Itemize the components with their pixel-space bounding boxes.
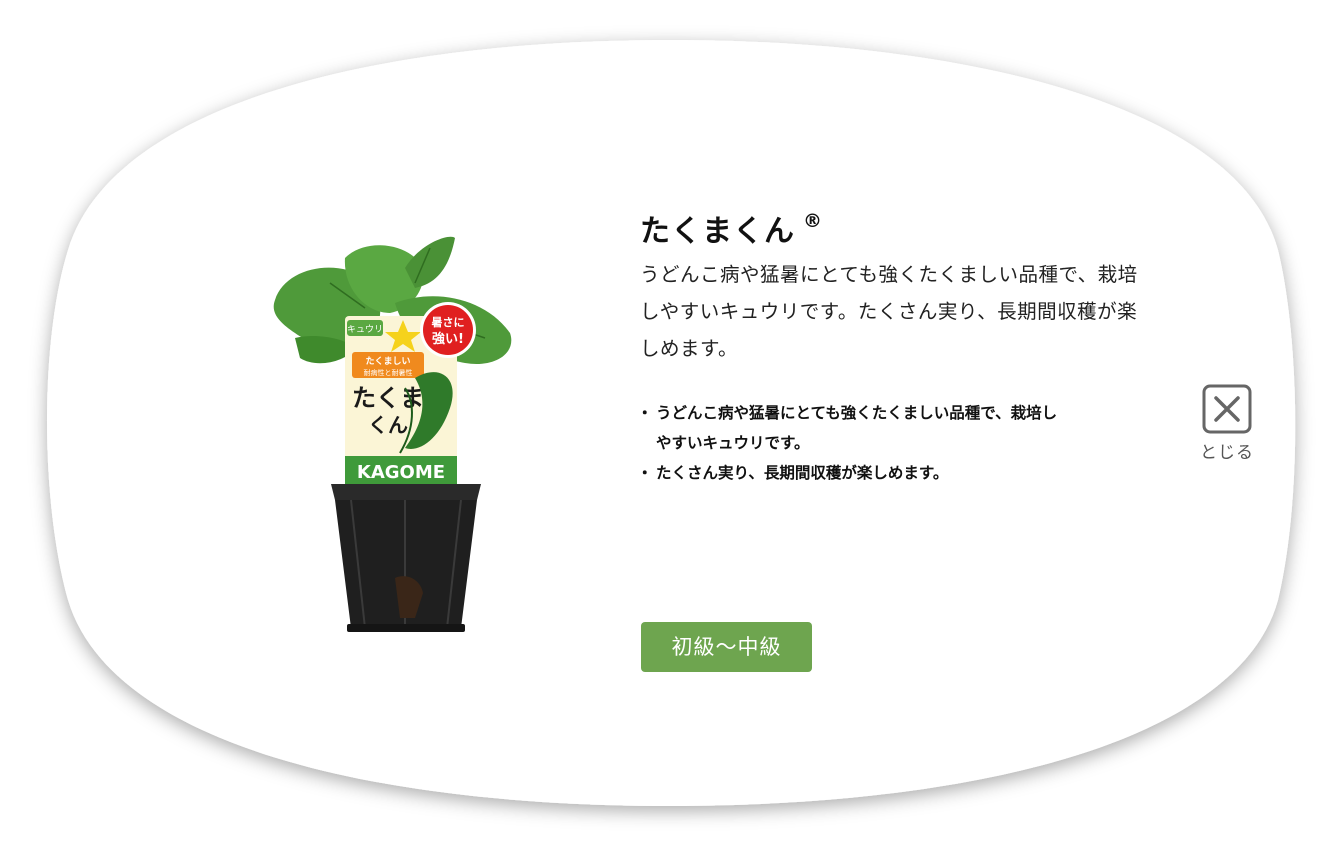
product-name: たくまくん: [640, 214, 795, 250]
product-title: たくまくん ®: [640, 206, 823, 250]
feature-list: うどんこ病や猛暑にとても強くたくましい品種で、栽培しやすいキュウリです。 たくさ…: [637, 398, 1060, 488]
feature-item: うどんこ病や猛暑にとても強くたくましい品種で、栽培しやすいキュウリです。: [637, 398, 1060, 458]
close-label: とじる: [1200, 443, 1254, 463]
tag-kind-label: キュウリ: [347, 324, 383, 335]
difficulty-badge: 初級〜中級: [641, 622, 812, 672]
tag-orange-line1: たくましい: [365, 356, 410, 367]
close-button[interactable]: とじる: [1194, 382, 1260, 466]
product-image: キュウリ たくましい 耐病性と耐暑性 たくま くん KAGOME 暑さに 強い!: [273, 236, 512, 632]
product-modal-stage: キュウリ たくましい 耐病性と耐暑性 たくま くん KAGOME 暑さに 強い!: [0, 0, 1340, 852]
tag-orange-line2: 耐病性と耐暑性: [364, 368, 413, 377]
feature-item: たくさん実り、長期間収穫が楽しめます。: [637, 458, 1060, 488]
tag-name-line1: たくま: [352, 384, 424, 412]
tag-brand: KAGOME: [357, 462, 445, 483]
sticker: 暑さに 強い!: [420, 302, 476, 358]
sticker-line2: 強い!: [432, 331, 464, 347]
pot: [331, 484, 481, 632]
product-description: うどんこ病や猛暑にとても強くたくましい品種で、栽培しやすいキュウリです。たくさん…: [640, 263, 1138, 360]
registered-mark: ®: [803, 210, 823, 233]
sticker-line1: 暑さに: [432, 316, 465, 329]
tag-name-line2: くん: [368, 413, 408, 437]
close-icon: [1202, 384, 1252, 434]
